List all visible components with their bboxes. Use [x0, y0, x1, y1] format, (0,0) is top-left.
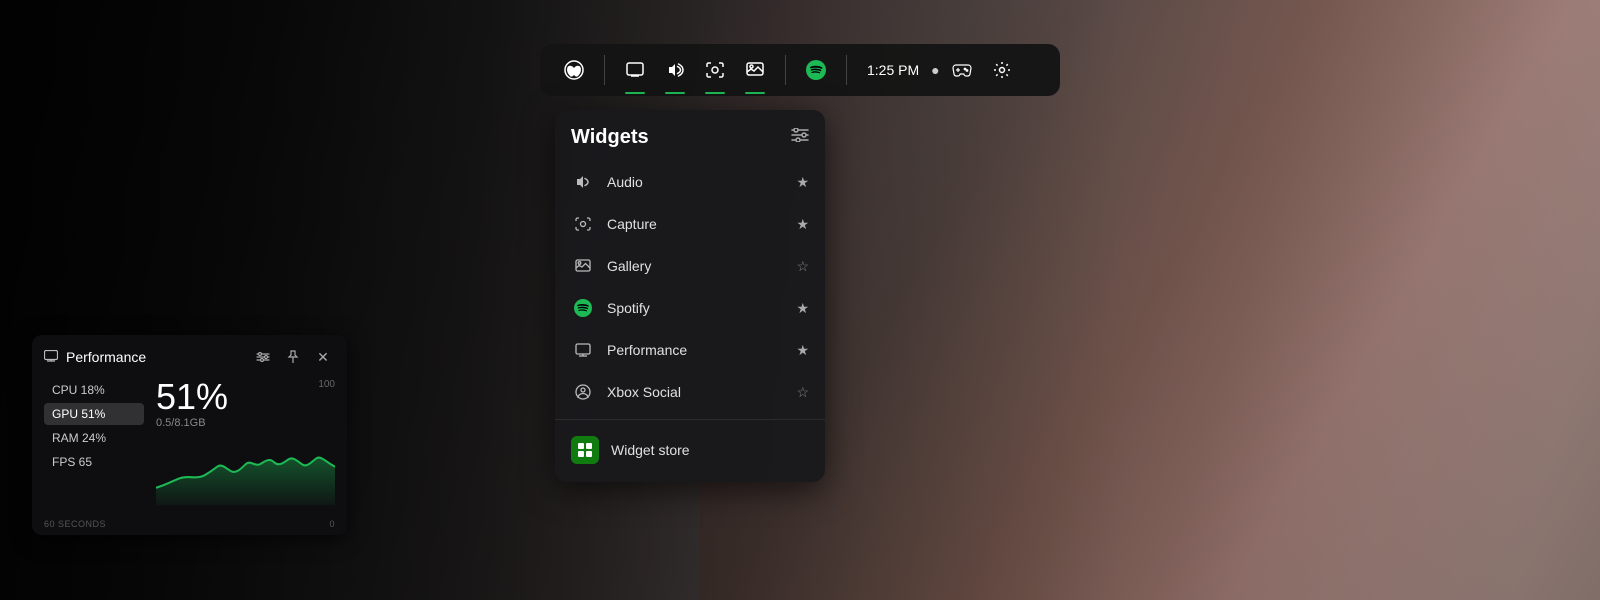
perf-stat-cpu[interactable]: CPU 18% — [44, 379, 144, 401]
widgets-header: Widgets — [555, 126, 825, 161]
audio-star[interactable]: ★ — [796, 174, 809, 191]
widgets-divider — [555, 419, 825, 420]
widget-item-gallery[interactable]: Gallery ☆ — [555, 245, 825, 287]
xbox-social-widget-icon — [571, 380, 595, 404]
perf-time-start: 60 SECONDS — [44, 519, 106, 529]
perf-settings-btn[interactable] — [251, 345, 275, 369]
performance-widget: Performance ✕ — [32, 335, 347, 535]
divider-1 — [604, 55, 605, 85]
perf-time-end: 0 — [329, 519, 335, 529]
gallery-star[interactable]: ☆ — [796, 258, 809, 275]
spotify-star[interactable]: ★ — [796, 300, 809, 317]
widget-item-capture[interactable]: Capture ★ — [555, 203, 825, 245]
audio-widget-icon — [571, 170, 595, 194]
widget-item-xbox-social[interactable]: Xbox Social ☆ — [555, 371, 825, 413]
spotify-widget-icon — [571, 296, 595, 320]
widget-item-audio[interactable]: Audio ★ — [555, 161, 825, 203]
perf-header: Performance ✕ — [32, 335, 347, 379]
battery-indicator: ● — [931, 62, 939, 78]
widget-store-item[interactable]: Widget store — [555, 426, 825, 474]
xbox-icon[interactable] — [556, 52, 592, 88]
widget-store-label: Widget store — [611, 442, 690, 458]
widget-store-icon — [571, 436, 599, 464]
performance-star[interactable]: ★ — [796, 342, 809, 359]
widgets-settings-icon[interactable] — [791, 128, 809, 147]
divider-2 — [785, 55, 786, 85]
top-bar: 1:25 PM ● — [540, 44, 1060, 96]
topbar-performance-icon[interactable] — [617, 52, 653, 88]
spotify-widget-label: Spotify — [607, 300, 784, 316]
perf-percentage: 51% — [156, 379, 228, 415]
perf-chart-labels: 60 SECONDS 0 — [32, 519, 347, 529]
perf-main-display: 100 51% 0.5/8.1GB — [144, 379, 335, 511]
perf-close-btn[interactable]: ✕ — [311, 345, 335, 369]
audio-widget-label: Audio — [607, 174, 784, 190]
gallery-widget-icon — [571, 254, 595, 278]
perf-detail: 0.5/8.1GB — [156, 417, 206, 429]
clock: 1:25 PM — [867, 62, 919, 78]
xbox-social-widget-label: Xbox Social — [607, 384, 784, 400]
topbar-spotify-icon[interactable] — [798, 52, 834, 88]
settings-icon[interactable] — [984, 52, 1020, 88]
widget-item-spotify[interactable]: Spotify ★ — [555, 287, 825, 329]
controller-icon[interactable] — [944, 52, 980, 88]
divider-3 — [846, 55, 847, 85]
perf-title: Performance — [66, 349, 243, 365]
gallery-widget-label: Gallery — [607, 258, 784, 274]
perf-pin-btn[interactable] — [281, 345, 305, 369]
perf-stat-fps[interactable]: FPS 65 — [44, 451, 144, 473]
perf-stats-list: CPU 18% GPU 51% RAM 24% FPS 65 — [44, 379, 144, 511]
perf-controls: ✕ — [251, 345, 335, 369]
performance-widget-icon — [571, 338, 595, 362]
perf-chart — [156, 441, 335, 511]
topbar-capture-icon[interactable] — [697, 52, 733, 88]
performance-widget-label: Performance — [607, 342, 784, 358]
perf-body: CPU 18% GPU 51% RAM 24% FPS 65 100 51% 0… — [32, 379, 347, 519]
widgets-title: Widgets — [571, 126, 649, 149]
capture-widget-label: Capture — [607, 216, 784, 232]
xbox-social-star[interactable]: ☆ — [796, 384, 809, 401]
capture-widget-icon — [571, 212, 595, 236]
topbar-gallery-icon[interactable] — [737, 52, 773, 88]
widget-item-performance[interactable]: Performance ★ — [555, 329, 825, 371]
widgets-panel: Widgets Audio ★ — [555, 110, 825, 482]
perf-stat-ram[interactable]: RAM 24% — [44, 427, 144, 449]
perf-max-value: 100 — [318, 379, 335, 390]
topbar-audio-icon[interactable] — [657, 52, 693, 88]
perf-widget-icon — [44, 349, 58, 365]
capture-star[interactable]: ★ — [796, 216, 809, 233]
perf-stat-gpu[interactable]: GPU 51% — [44, 403, 144, 425]
